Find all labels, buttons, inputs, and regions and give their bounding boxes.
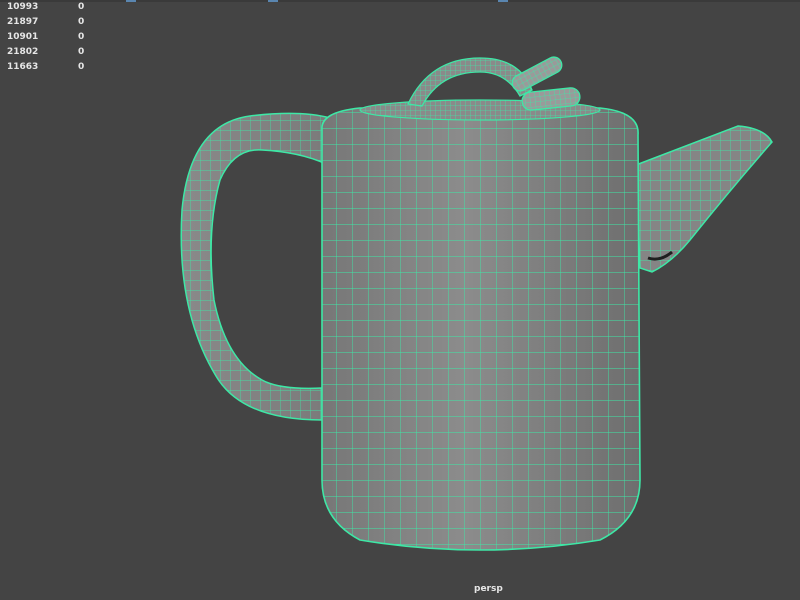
teapot-spout bbox=[635, 125, 773, 273]
hud-count: 0 bbox=[78, 47, 85, 57]
teapot-mesh-icon[interactable] bbox=[0, 0, 800, 600]
teapot-handle bbox=[180, 112, 331, 421]
hud-value: 21897 bbox=[7, 17, 39, 27]
teapot-body bbox=[321, 107, 641, 551]
teapot-lid bbox=[359, 56, 601, 121]
hud-row: 10901 0 bbox=[0, 30, 120, 44]
hud-row: 21802 0 bbox=[0, 45, 120, 59]
camera-label: persp bbox=[474, 584, 503, 594]
hud-value: 10993 bbox=[7, 2, 39, 12]
hud-value: 21802 bbox=[7, 47, 39, 57]
viewport-persp[interactable]: 10993 0 21897 0 10901 0 21802 0 11663 0 … bbox=[0, 0, 800, 600]
hud-count: 0 bbox=[78, 17, 85, 27]
hud-count: 0 bbox=[78, 32, 85, 42]
hud-value: 11663 bbox=[7, 62, 39, 72]
hud-row: 10993 0 bbox=[0, 0, 120, 14]
hud-row: 11663 0 bbox=[0, 60, 120, 74]
hud-count: 0 bbox=[78, 2, 85, 12]
hud-count: 0 bbox=[78, 62, 85, 72]
hud-row: 21897 0 bbox=[0, 15, 120, 29]
hud-value: 10901 bbox=[7, 32, 39, 42]
